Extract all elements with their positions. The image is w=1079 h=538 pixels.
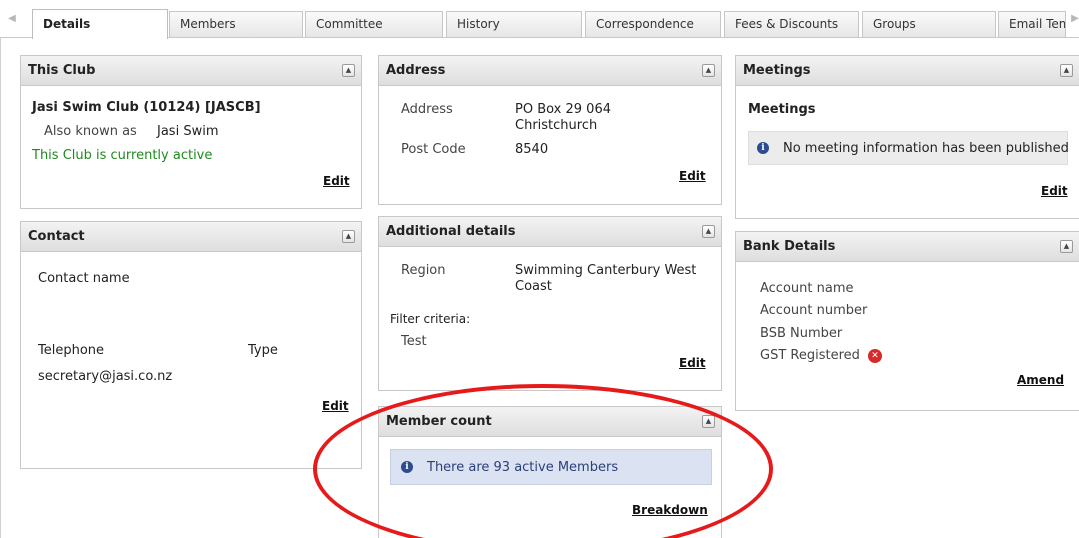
meetings-edit-link[interactable]: Edit [1041,184,1068,198]
tab-members[interactable]: Members [169,11,303,37]
address-edit-link[interactable]: Edit [679,169,706,183]
address-line1: PO Box 29 064 [515,102,611,117]
region-label: Region [401,263,446,278]
account-name-label: Account name [760,281,854,296]
bsb-number-label: BSB Number [760,326,843,341]
info-icon: i [757,142,769,154]
tab-fees-discounts[interactable]: Fees & Discounts [724,11,859,37]
tab-details[interactable]: Details [32,9,168,39]
panel-title: This Club [28,63,96,78]
tab-label: Email Tem [1009,17,1066,31]
tab-committee[interactable]: Committee [305,11,443,37]
contact-panel: Contact ▲ Contact name Telephone Type se… [20,221,362,469]
tab-groups[interactable]: Groups [862,11,996,37]
address-line2: Christchurch [515,118,598,133]
collapse-icon[interactable]: ▲ [702,225,715,238]
address-header: Address ▲ [379,56,721,86]
bank-details-header: Bank Details ▲ [736,232,1079,262]
panel-title: Meetings [743,63,811,78]
tab-label: History [457,17,500,31]
tab-label: Committee [316,17,383,31]
club-name: Jasi Swim Club (10124) [JASCB] [32,100,261,115]
tab-label: Members [180,17,236,31]
type-label: Type [248,343,278,358]
tab-history[interactable]: History [446,11,582,37]
member-count-panel: Member count ▲ i There are 93 active Mem… [378,406,722,538]
meetings-panel: Meetings ▲ Meetings i No meeting informa… [735,55,1079,219]
contact-header: Contact ▲ [21,222,361,252]
collapse-icon[interactable]: ▲ [342,64,355,77]
additional-edit-link[interactable]: Edit [679,356,706,370]
bank-details-panel: Bank Details ▲ Account name Account numb… [735,231,1079,411]
info-icon: i [401,461,413,473]
collapse-icon[interactable]: ▲ [702,415,715,428]
telephone-label: Telephone [38,343,105,358]
tab-label: Groups [873,17,916,31]
additional-details-panel: Additional details ▲ Region Swimming Can… [378,216,722,391]
member-count-header: Member count ▲ [379,407,721,437]
region-line1: Swimming Canterbury West [515,263,697,278]
tab-label: Correspondence [596,17,694,31]
filter-criteria-label: Filter criteria: [390,312,471,326]
aka-label: Also known as [44,124,137,139]
this-club-header: This Club ▲ [21,56,361,86]
tab-label: Fees & Discounts [735,17,839,31]
tab-scroll-right-icon[interactable]: ▶ [1068,12,1079,26]
tab-email-templates[interactable]: Email Tem [998,11,1066,37]
this-club-panel: This Club ▲ Jasi Swim Club (10124) [JASC… [20,55,362,209]
member-count-message: There are 93 active Members [427,460,619,475]
tab-correspondence[interactable]: Correspondence [585,11,721,37]
this-club-edit-link[interactable]: Edit [323,174,350,188]
contact-name-label: Contact name [38,271,130,286]
tab-bar: ◀ Details Members Committee History Corr… [0,0,1079,39]
contact-email: secretary@jasi.co.nz [38,369,173,384]
club-status: This Club is currently active [32,148,213,163]
meetings-message: No meeting information has been publishe… [783,141,1069,156]
panel-title: Bank Details [743,239,836,254]
contact-edit-link[interactable]: Edit [322,399,349,413]
collapse-icon[interactable]: ▲ [1060,240,1073,253]
meetings-header: Meetings ▲ [736,56,1079,86]
address-panel: Address ▲ Address PO Box 29 064 Christch… [378,55,722,205]
meetings-subtitle: Meetings [748,102,816,117]
tab-label: Details [43,17,91,31]
additional-details-header: Additional details ▲ [379,217,721,247]
panel-title: Member count [386,414,492,429]
member-count-info: i There are 93 active Members [390,449,712,485]
collapse-icon[interactable]: ▲ [342,230,355,243]
tab-scroll-left-icon[interactable]: ◀ [5,12,19,26]
aka-value: Jasi Swim [157,124,219,139]
bank-amend-link[interactable]: Amend [1017,373,1064,387]
breakdown-link[interactable]: Breakdown [632,503,708,517]
postcode-label: Post Code [401,142,466,157]
details-content: This Club ▲ Jasi Swim Club (10124) [JASC… [0,38,1079,538]
collapse-icon[interactable]: ▲ [1060,64,1073,77]
panel-title: Additional details [386,224,516,239]
address-label: Address [401,102,453,117]
region-line2: Coast [515,279,552,294]
gst-registered-label: GST Registered [760,348,860,363]
account-number-label: Account number [760,303,868,318]
meetings-info: i No meeting information has been publis… [748,131,1069,165]
postcode-value: 8540 [515,142,549,157]
panel-title: Address [386,63,446,78]
collapse-icon[interactable]: ▲ [702,64,715,77]
gst-no-icon: ✕ [868,349,882,363]
filter-criteria-value: Test [401,334,427,349]
panel-title: Contact [28,229,85,244]
